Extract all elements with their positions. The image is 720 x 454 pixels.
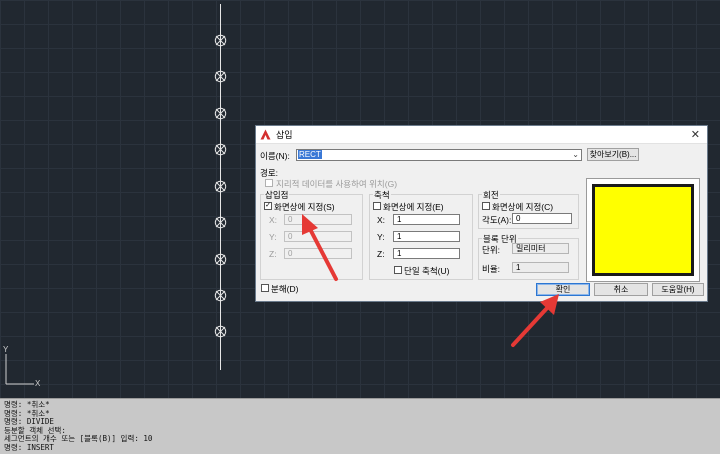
block-preview (586, 178, 700, 282)
insertion-point-title: 삽입점 (264, 189, 290, 201)
point-node-icon (214, 325, 227, 338)
ucs-icon: Y X (3, 345, 41, 388)
ok-button[interactable]: 확인 (536, 283, 590, 296)
scale-onscreen-label: 화면상에 지정(E) (383, 202, 444, 212)
point-node-icon (214, 216, 227, 229)
point-node-icon (214, 34, 227, 47)
block-name-value: RECT (298, 150, 322, 159)
ucs-y-label: Y (3, 345, 9, 354)
command-line: 명령: *취소* (4, 408, 50, 418)
command-line: 명령: INSERT (4, 442, 54, 452)
explode-label: 분해(D) (271, 284, 299, 294)
command-line: 세그먼트의 개수 또는 [블록(B)] 입력: 10 (4, 434, 153, 444)
rotation-onscreen-label: 화면상에 지정(C) (492, 202, 554, 212)
scale-x-field[interactable]: 1 (393, 214, 460, 225)
ucs-x-label: X (35, 379, 41, 388)
scale-x-label: X: (377, 215, 386, 225)
insertion-onscreen-label: 화면상에 지정(S) (274, 202, 335, 212)
rotation-title: 회전 (482, 189, 500, 201)
factor-value: 1 (512, 262, 569, 273)
insert-dialog: 삽입 ✕ 이름(N): RECT ⌄ 찾아보기(B)... 경로: 지리적 데이… (255, 125, 708, 302)
block-preview-shape (592, 184, 694, 276)
point-node-icon (214, 107, 227, 120)
insertion-x-label: X: (269, 215, 278, 225)
command-line: 명령: *취소* (4, 400, 50, 409)
insertion-x-field[interactable]: 0 (284, 214, 352, 225)
insertion-y-field[interactable]: 0 (284, 231, 352, 242)
cancel-button[interactable]: 취소 (594, 283, 648, 296)
scale-z-label: Z: (377, 249, 385, 259)
autocad-logo-icon (260, 129, 271, 140)
point-node-icon (214, 289, 227, 302)
close-icon[interactable]: ✕ (691, 128, 700, 141)
rotation-onscreen-checkbox[interactable] (482, 202, 490, 210)
insertion-onscreen-checkbox[interactable]: ✓ (264, 202, 272, 210)
point-node-icon (214, 253, 227, 266)
point-node-icon (214, 143, 227, 156)
name-label: 이름(N): (260, 151, 290, 161)
insertion-y-label: Y: (269, 232, 277, 242)
point-node-icon (214, 180, 227, 193)
dialog-title: 삽입 (276, 130, 293, 140)
help-button[interactable]: 도움말(H) (652, 283, 704, 296)
unit-label: 단위: (482, 245, 501, 255)
command-history: 명령: *취소* 명령: *취소* 명령: DIVIDE 등분할 객체 선택: … (0, 398, 720, 454)
command-line: 명령: DIVIDE (4, 417, 54, 427)
scale-title: 축척 (373, 189, 391, 201)
insertion-z-label: Z: (269, 249, 277, 259)
explode-checkbox[interactable] (261, 284, 269, 292)
scale-z-field[interactable]: 1 (393, 248, 460, 259)
dialog-titlebar[interactable]: 삽입 (256, 126, 707, 144)
uniform-scale-label: 단일 축척(U) (404, 266, 450, 276)
unit-value: 밀리미터 (512, 243, 569, 254)
angle-label: 각도(A): (482, 215, 512, 225)
point-node-icon (214, 70, 227, 83)
insertion-z-field[interactable]: 0 (284, 248, 352, 259)
scale-onscreen-checkbox[interactable] (373, 202, 381, 210)
uniform-scale-checkbox[interactable] (394, 266, 402, 274)
factor-label: 비율: (482, 264, 501, 274)
browse-button[interactable]: 찾아보기(B)... (587, 148, 639, 161)
scale-y-label: Y: (377, 232, 385, 242)
chevron-down-icon: ⌄ (572, 150, 579, 159)
geo-checkbox[interactable] (265, 179, 273, 187)
scale-y-field[interactable]: 1 (393, 231, 460, 242)
block-name-combo[interactable]: RECT ⌄ (296, 149, 582, 161)
angle-field[interactable]: 0 (512, 213, 572, 224)
